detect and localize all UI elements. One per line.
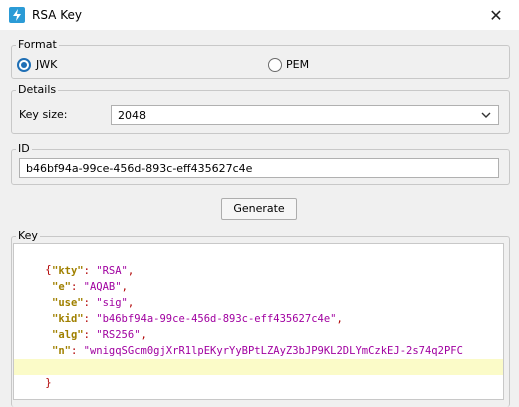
editor-line: "kid": "b46bf94a-99ce-456d-893c-eff43562… xyxy=(52,313,343,325)
editor-line: "alg": "RS256", xyxy=(52,329,147,341)
key-editor[interactable]: { "kty": "RSA", "e": "AQAB", "use": "sig… xyxy=(13,243,504,400)
json-key: "alg" xyxy=(52,329,84,341)
details-group-label: Details xyxy=(16,83,59,96)
json-key: "kty" xyxy=(52,265,84,277)
json-comma: , xyxy=(127,297,135,309)
format-group: Format JWK PEM xyxy=(11,38,510,79)
json-value: "RS256" xyxy=(96,329,141,341)
json-comma: , xyxy=(140,329,147,341)
pem-radio-label[interactable]: PEM xyxy=(286,58,309,71)
key-size-value: 2048 xyxy=(118,109,146,122)
editor-line: "e": "AQAB", xyxy=(52,281,128,293)
editor-line: "use": "sig", xyxy=(52,297,135,309)
json-comma: , xyxy=(121,281,128,293)
json-value: "b46bf94a-99ce-456d-893c-eff435627c4e" xyxy=(96,313,337,325)
generate-button[interactable]: Generate xyxy=(221,198,297,220)
json-comma: , xyxy=(336,313,343,325)
json-key: "kid" xyxy=(52,313,84,325)
id-group: ID b46bf94a-99ce-456d-893c-eff435627c4e xyxy=(11,142,510,185)
title-bar: RSA Key ✕ xyxy=(0,0,519,30)
jwk-radio[interactable] xyxy=(17,58,31,72)
jwk-radio-label[interactable]: JWK xyxy=(36,58,57,71)
app-icon xyxy=(9,7,25,23)
id-group-label: ID xyxy=(16,142,32,155)
details-group: Details Key size: 2048 xyxy=(11,83,510,134)
editor-line: "kty": "RSA", xyxy=(52,265,135,277)
json-comma: , xyxy=(127,265,135,277)
json-key: "use" xyxy=(52,297,84,309)
json-value: "RSA" xyxy=(96,265,128,277)
json-value: "sig" xyxy=(96,297,128,309)
editor-line-current: } xyxy=(14,359,503,389)
editor-line: "n": "wnigqSGcm0gjXrR1lpEKyrYyBPtLZAyZ3b… xyxy=(52,345,463,357)
window-title: RSA Key xyxy=(32,8,82,22)
json-value: "wnigqSGcm0gjXrR1lpEKyrYyBPtLZAyZ3bJP9KL… xyxy=(83,345,463,357)
pem-radio[interactable] xyxy=(268,58,282,72)
close-button[interactable]: ✕ xyxy=(473,0,519,30)
id-input[interactable]: b46bf94a-99ce-456d-893c-eff435627c4e xyxy=(19,158,499,178)
key-size-label: Key size: xyxy=(19,108,68,121)
key-size-select[interactable]: 2048 xyxy=(111,105,499,125)
json-key: "e" xyxy=(52,281,71,293)
close-brace: } xyxy=(45,377,52,389)
format-group-label: Format xyxy=(16,38,59,51)
editor-line: { xyxy=(14,246,503,276)
json-value: "AQAB" xyxy=(83,281,122,293)
key-group-label: Key xyxy=(16,229,40,242)
close-icon: ✕ xyxy=(489,5,503,25)
chevron-down-icon xyxy=(480,108,492,125)
json-key: "n" xyxy=(52,345,71,357)
